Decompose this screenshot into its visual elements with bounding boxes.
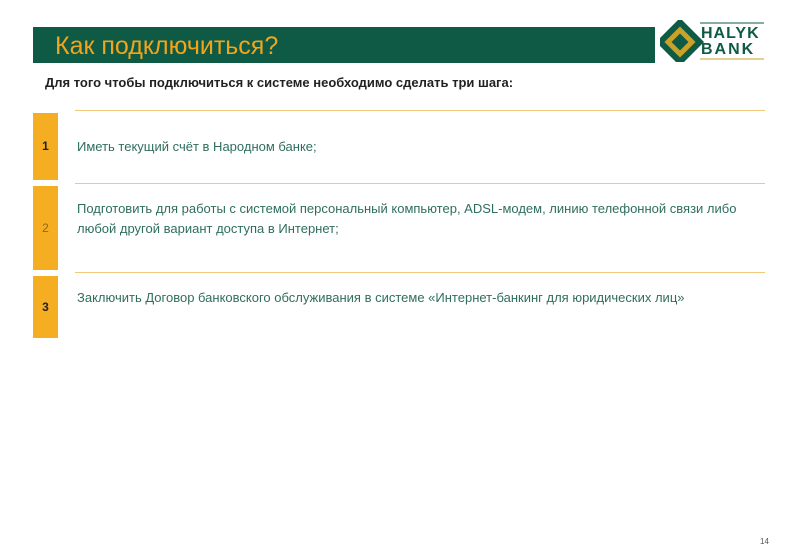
page-title: Как подключиться? <box>55 32 279 60</box>
logo-text-bank: BANK <box>701 41 756 58</box>
step-text: Заключить Договор банковского обслуживан… <box>77 290 685 305</box>
step-number: 2 <box>42 221 49 235</box>
step-text: Иметь текущий счёт в Народном банке; <box>77 139 317 154</box>
step-text: Подготовить для работы с системой персон… <box>77 201 737 236</box>
page-number: 14 <box>760 537 769 546</box>
step-number: 3 <box>42 300 49 314</box>
divider <box>75 272 765 273</box>
divider <box>75 183 765 184</box>
step-number: 1 <box>42 139 49 153</box>
intro-text: Для того чтобы подключиться к системе не… <box>45 75 514 90</box>
step-number-badge: 2 <box>33 186 58 270</box>
divider <box>75 110 765 111</box>
halyk-bank-logo: HALYK BANK <box>655 17 768 67</box>
step-number-badge: 3 <box>33 276 58 338</box>
step-number-badge: 1 <box>33 113 58 180</box>
title-bar: Как подключиться? <box>33 27 655 63</box>
